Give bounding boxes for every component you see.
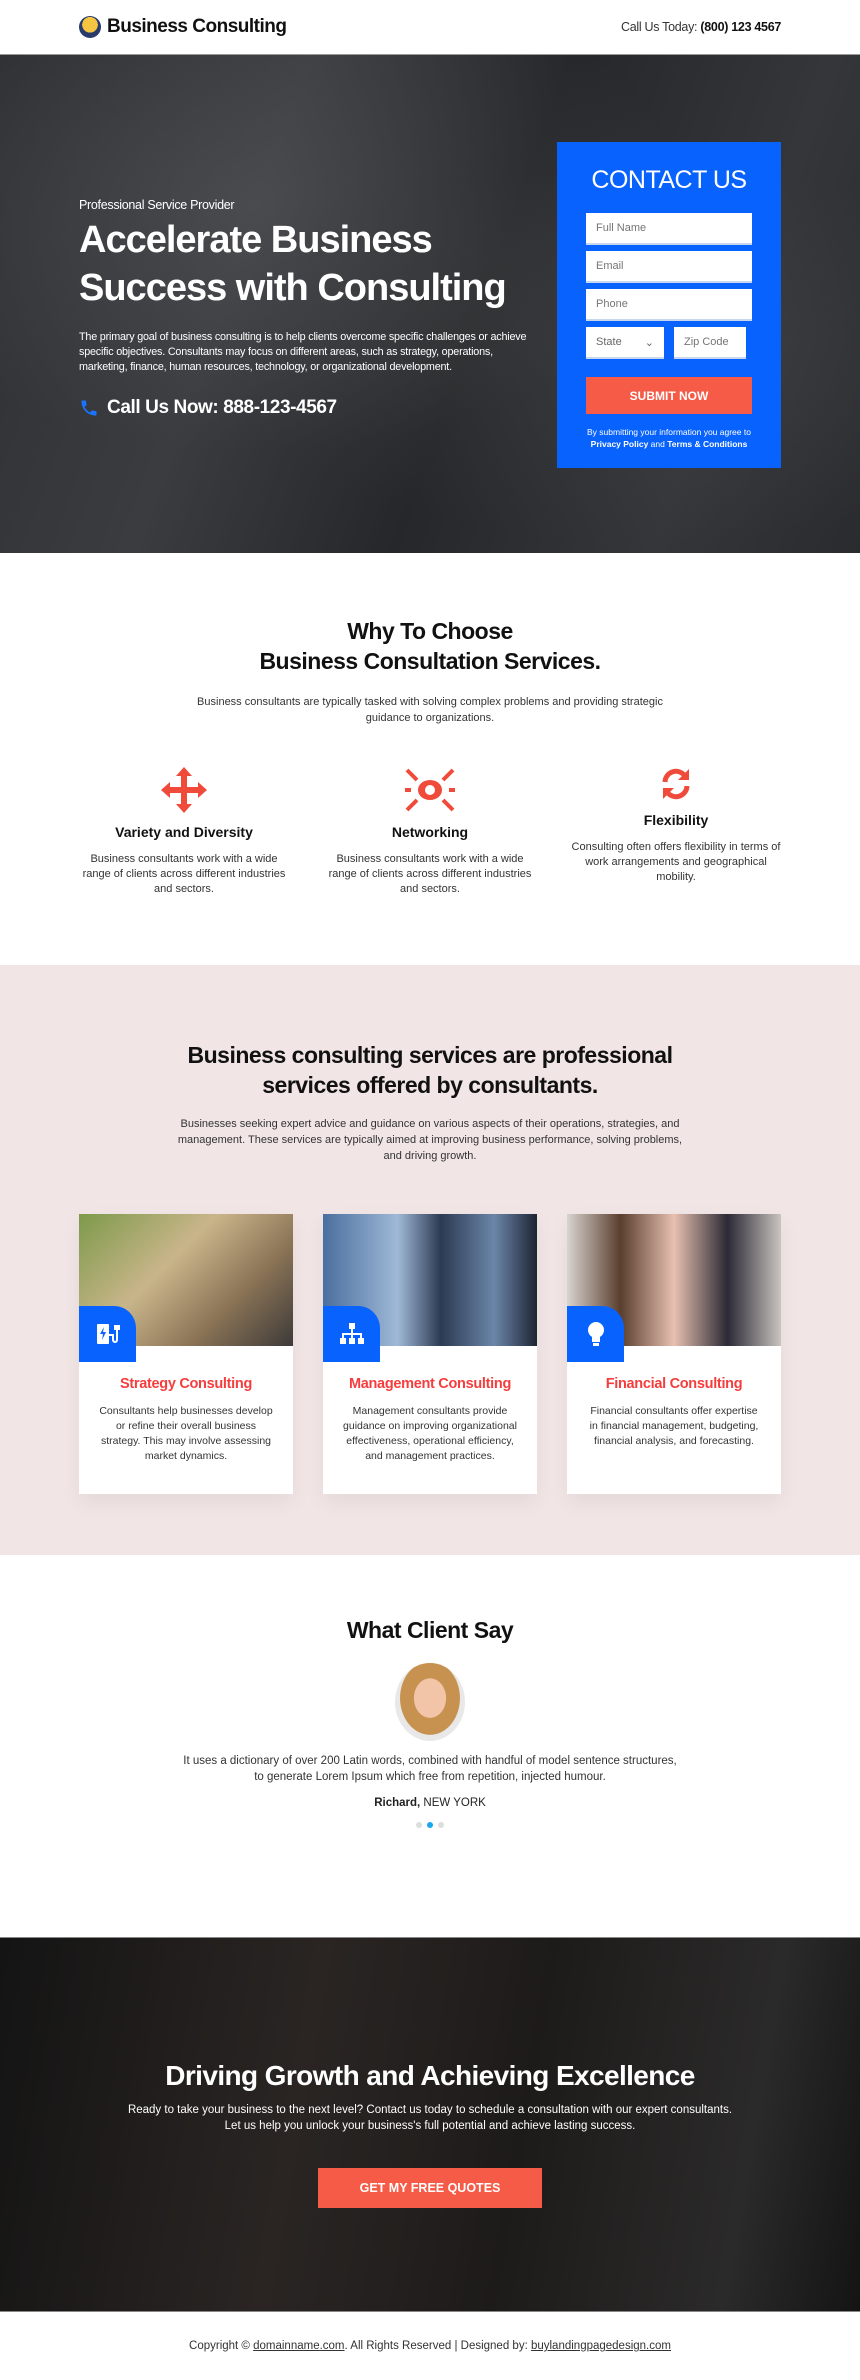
feature-desc: Consulting often offers flexibility in t… (571, 841, 781, 883)
hero: Professional Service Provider Accelerate… (0, 55, 860, 553)
services-title: Business consulting services are profess… (187, 1042, 673, 1098)
feature-title: Networking (391, 824, 469, 840)
card-title: Management Consulting (348, 1376, 512, 1392)
logo-icon (79, 16, 101, 38)
disclaimer-text: By submitting your information you agree… (587, 427, 751, 437)
hero-paragraph: The primary goal of business consulting … (79, 331, 527, 373)
feature-desc: Business consultants work with a wide ra… (328, 853, 532, 895)
hero-tagline: Professional Service Provider (79, 198, 235, 212)
cta-text-line-2: Let us help you unlock your business's f… (224, 2120, 636, 2132)
footer: Copyright © domainname.com. All Rights R… (0, 2312, 860, 2352)
cta-section: Driving Growth and Achieving Excellence … (0, 1937, 860, 2312)
cta-text: Ready to take your business to the next … (0, 2102, 860, 2134)
email-field[interactable] (586, 251, 752, 283)
carousel-dot[interactable] (416, 1822, 422, 1828)
why-title-line-2: Business Consultation Services. (259, 648, 601, 674)
get-quotes-button[interactable]: GET MY FREE QUOTES (318, 2168, 542, 2208)
why-choose-section: Why To Choose Business Consultation Servi… (0, 553, 860, 965)
testimonial-title: What Client Say (346, 1617, 514, 1643)
designer-link[interactable]: buylandingpagedesign.com (531, 2340, 671, 2352)
call-label: Call Us Today: (621, 20, 698, 34)
header-phone[interactable]: Call Us Today: (800) 123 4567 (621, 20, 781, 34)
submit-button[interactable]: SUBMIT NOW (586, 377, 752, 414)
copyright-text: Copyright © (189, 2340, 254, 2352)
carousel-dot-active[interactable] (427, 1822, 433, 1828)
carousel-dot[interactable] (438, 1822, 444, 1828)
arrows-move-icon (161, 767, 207, 813)
charging-station-icon (79, 1306, 136, 1362)
cta-title: Driving Growth and Achieving Excellence (165, 2060, 695, 2091)
zip-field[interactable] (674, 327, 746, 359)
form-title: CONTACT US (591, 166, 747, 194)
client-location: NEW YORK (420, 1797, 486, 1809)
form-disclaimer: By submitting your information you agree… (586, 426, 752, 450)
card-desc: Financial consultants offer expertise in… (589, 1405, 759, 1447)
and-text: and (648, 439, 668, 449)
state-select[interactable]: State ⌄ (586, 327, 664, 359)
services-section: Business consulting services are profess… (0, 965, 860, 1555)
state-label: State (596, 336, 622, 348)
logo[interactable]: Business Consulting (79, 16, 287, 38)
card-title: Strategy Consulting (119, 1376, 253, 1392)
client-name: Richard, (374, 1797, 421, 1809)
hero-headline: Accelerate Business Success with Consult… (79, 219, 507, 309)
why-title-line-1: Why To Choose (347, 618, 513, 644)
privacy-link[interactable]: Privacy Policy (591, 439, 649, 449)
carousel-dots (0, 1822, 860, 1828)
call-now[interactable]: Call Us Now: 888-123-4567 (79, 397, 539, 419)
feature-networking: Networking Business consultants work wit… (325, 766, 535, 897)
testimonial-quote: It uses a dictionary of over 200 Latin w… (183, 1755, 677, 1783)
services-subtitle: Businesses seeking expert advice and gui… (177, 1118, 683, 1162)
client-avatar (395, 1663, 465, 1741)
service-card-management[interactable]: Management Consulting Management consult… (323, 1214, 537, 1494)
rights-text: . All Rights Reserved | Designed by: (344, 2340, 531, 2352)
service-card-financial[interactable]: Financial Consulting Financial consultan… (567, 1214, 781, 1494)
full-name-field[interactable] (586, 213, 752, 245)
feature-flexibility: Flexibility Consulting often offers flex… (571, 766, 781, 897)
refresh-icon (662, 768, 690, 800)
service-card-strategy[interactable]: Strategy Consulting Consultants help bus… (79, 1214, 293, 1494)
feature-title: Flexibility (643, 812, 709, 828)
feature-desc: Business consultants work with a wide ra… (82, 853, 286, 895)
chevron-down-icon: ⌄ (644, 336, 654, 349)
card-desc: Consultants help businesses develop or r… (99, 1405, 273, 1462)
feature-title: Variety and Diversity (115, 824, 253, 840)
card-title: Financial Consulting (605, 1376, 743, 1392)
call-number: (800) 123 4567 (700, 20, 781, 34)
phone-icon (81, 400, 97, 416)
terms-link[interactable]: Terms & Conditions (667, 439, 747, 449)
networking-icon (405, 768, 455, 812)
feature-variety: Variety and Diversity Business consultan… (79, 766, 289, 897)
cta-text-line-1: Ready to take your business to the next … (127, 2104, 733, 2116)
why-subtitle: Business consultants are typically taske… (197, 696, 663, 724)
contact-form: CONTACT US State ⌄ SUBMIT NOW By submitti… (557, 142, 781, 468)
brand-name: Business Consulting (107, 16, 287, 37)
header: Business Consulting Call Us Today: (800)… (0, 0, 860, 55)
org-chart-icon (323, 1306, 380, 1362)
lightbulb-icon (567, 1306, 624, 1362)
why-title: Why To Choose Business Consultation Servi… (0, 616, 860, 676)
client-info: Richard, NEW YORK (0, 1797, 860, 1809)
domain-link[interactable]: domainname.com (253, 2340, 344, 2352)
phone-field[interactable] (586, 289, 752, 321)
card-desc: Management consultants provide guidance … (343, 1405, 517, 1462)
call-now-text: Call Us Now: 888-123-4567 (107, 397, 337, 418)
testimonial-section: What Client Say It uses a dictionary of … (0, 1555, 860, 1937)
